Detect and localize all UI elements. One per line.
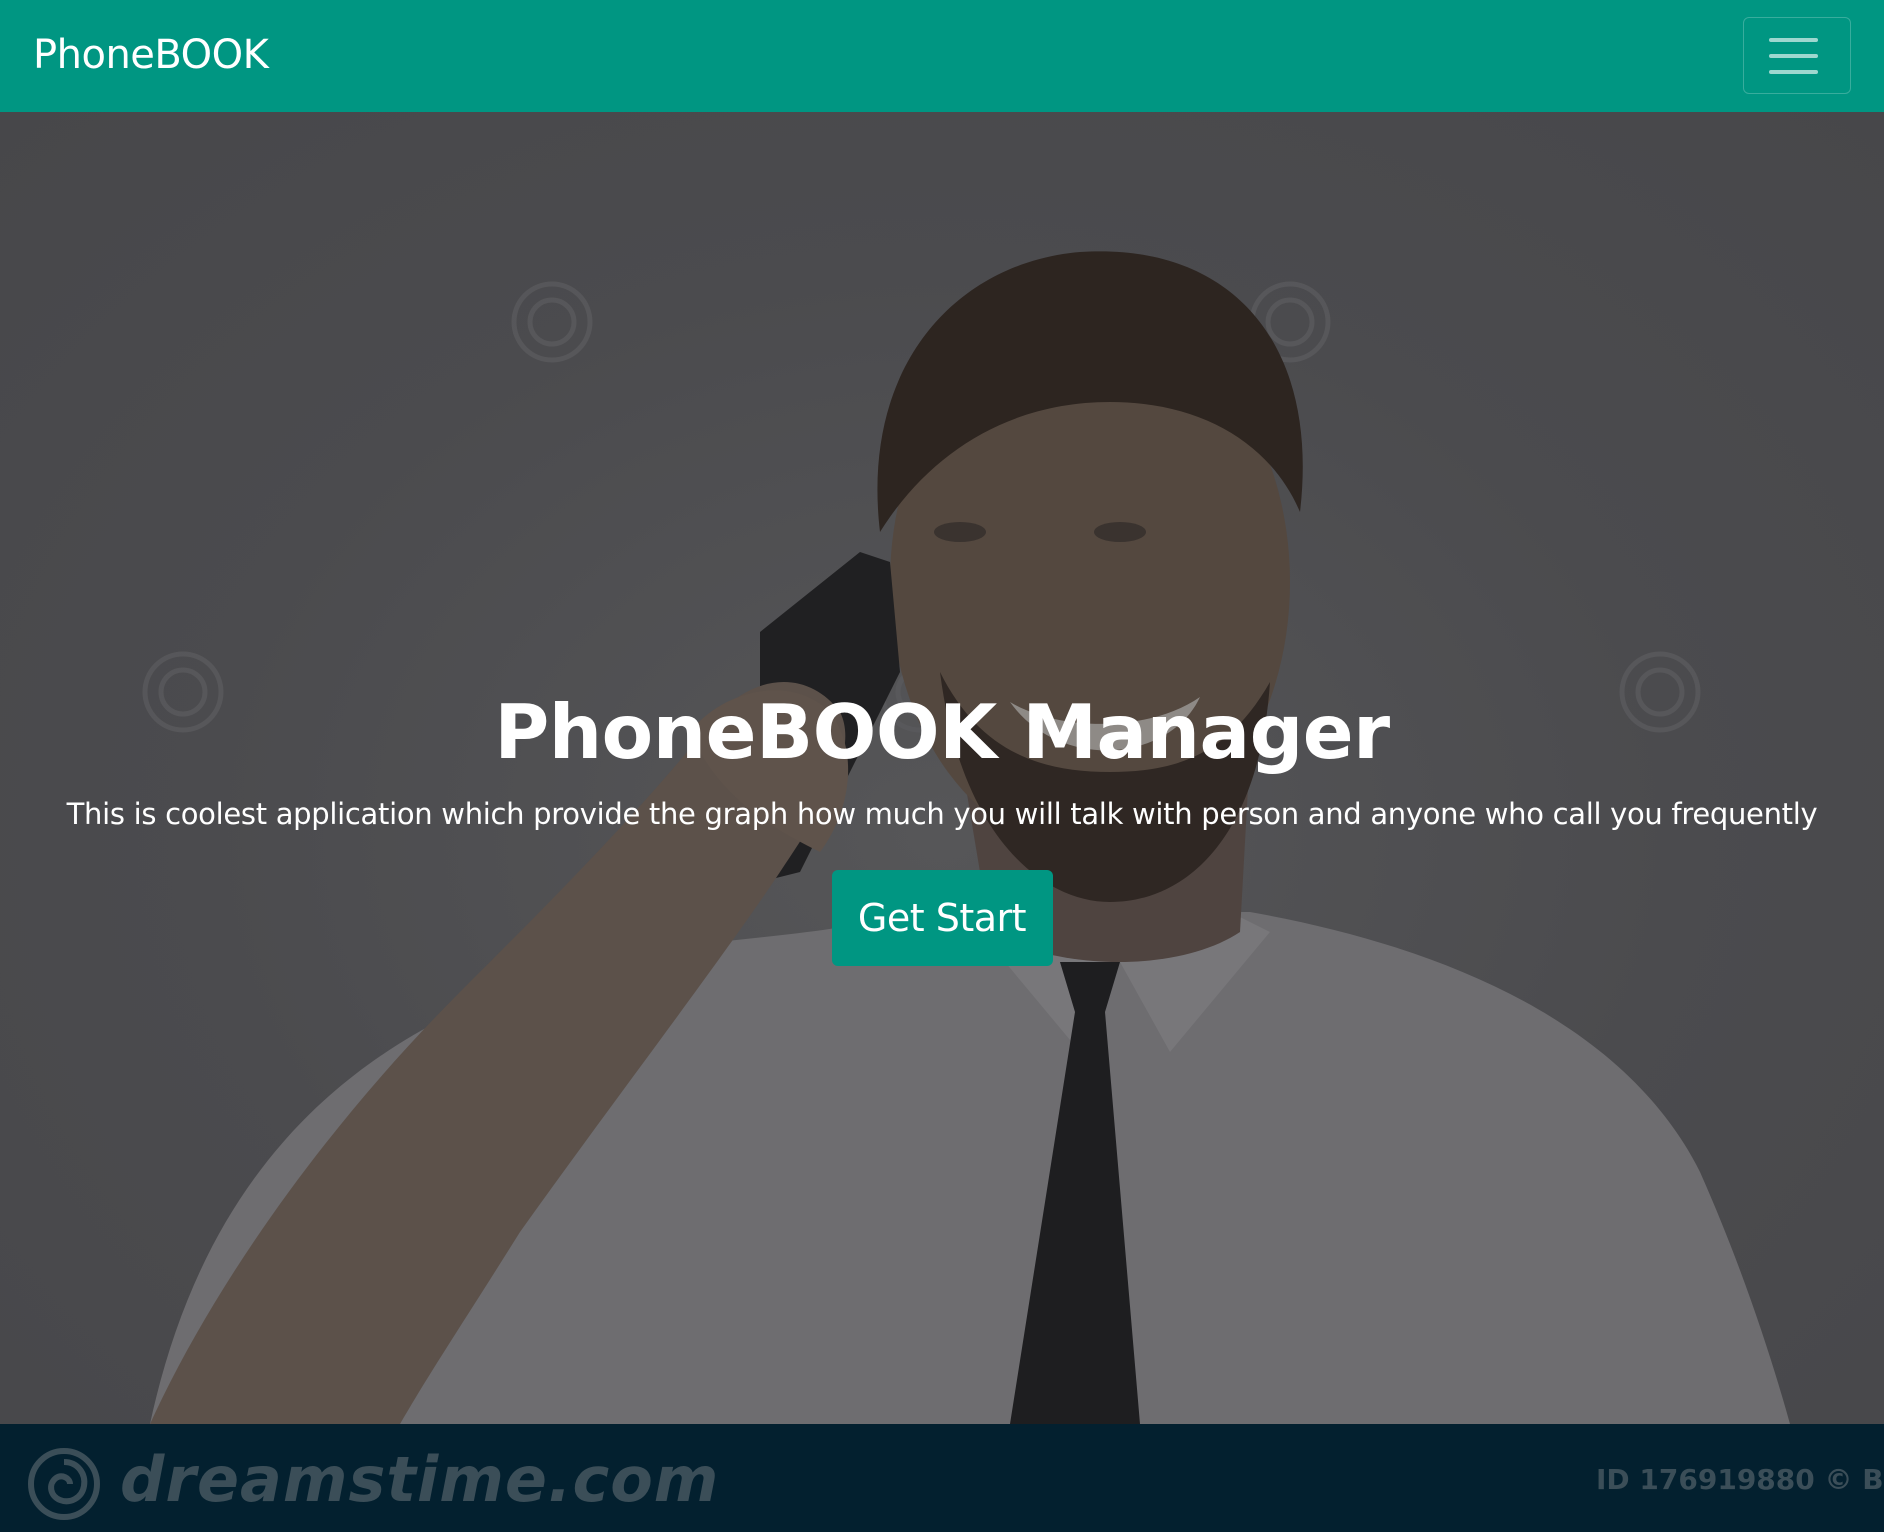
hamburger-menu-icon-bar: [1769, 70, 1818, 74]
watermark-band: dreamstime.com ID 176919880 © Benz: [0, 1424, 1884, 1532]
hamburger-menu-icon-bar: [1769, 54, 1818, 58]
hero-content: PhoneBOOK Manager This is coolest applic…: [0, 682, 1884, 966]
menu-toggle-button[interactable]: [1743, 17, 1851, 94]
page: PhoneBOOK PhoneBOOK Manager This is cool…: [0, 0, 1884, 1532]
hero-section: PhoneBOOK Manager This is coolest applic…: [0, 112, 1884, 1424]
navbar: PhoneBOOK: [0, 0, 1884, 112]
get-start-button[interactable]: Get Start: [831, 870, 1053, 966]
hero-subtitle: This is coolest application which provid…: [66, 797, 1818, 831]
watermark-site-text: dreamstime.com: [120, 1443, 720, 1516]
page-title: PhoneBOOK Manager: [494, 688, 1390, 776]
watermark-image-id: ID 176919880 © Benz: [1596, 1463, 1884, 1496]
spiral-logo-icon: [28, 1448, 100, 1520]
brand-link[interactable]: PhoneBOOK: [33, 30, 269, 80]
hamburger-menu-icon: [1769, 38, 1818, 42]
